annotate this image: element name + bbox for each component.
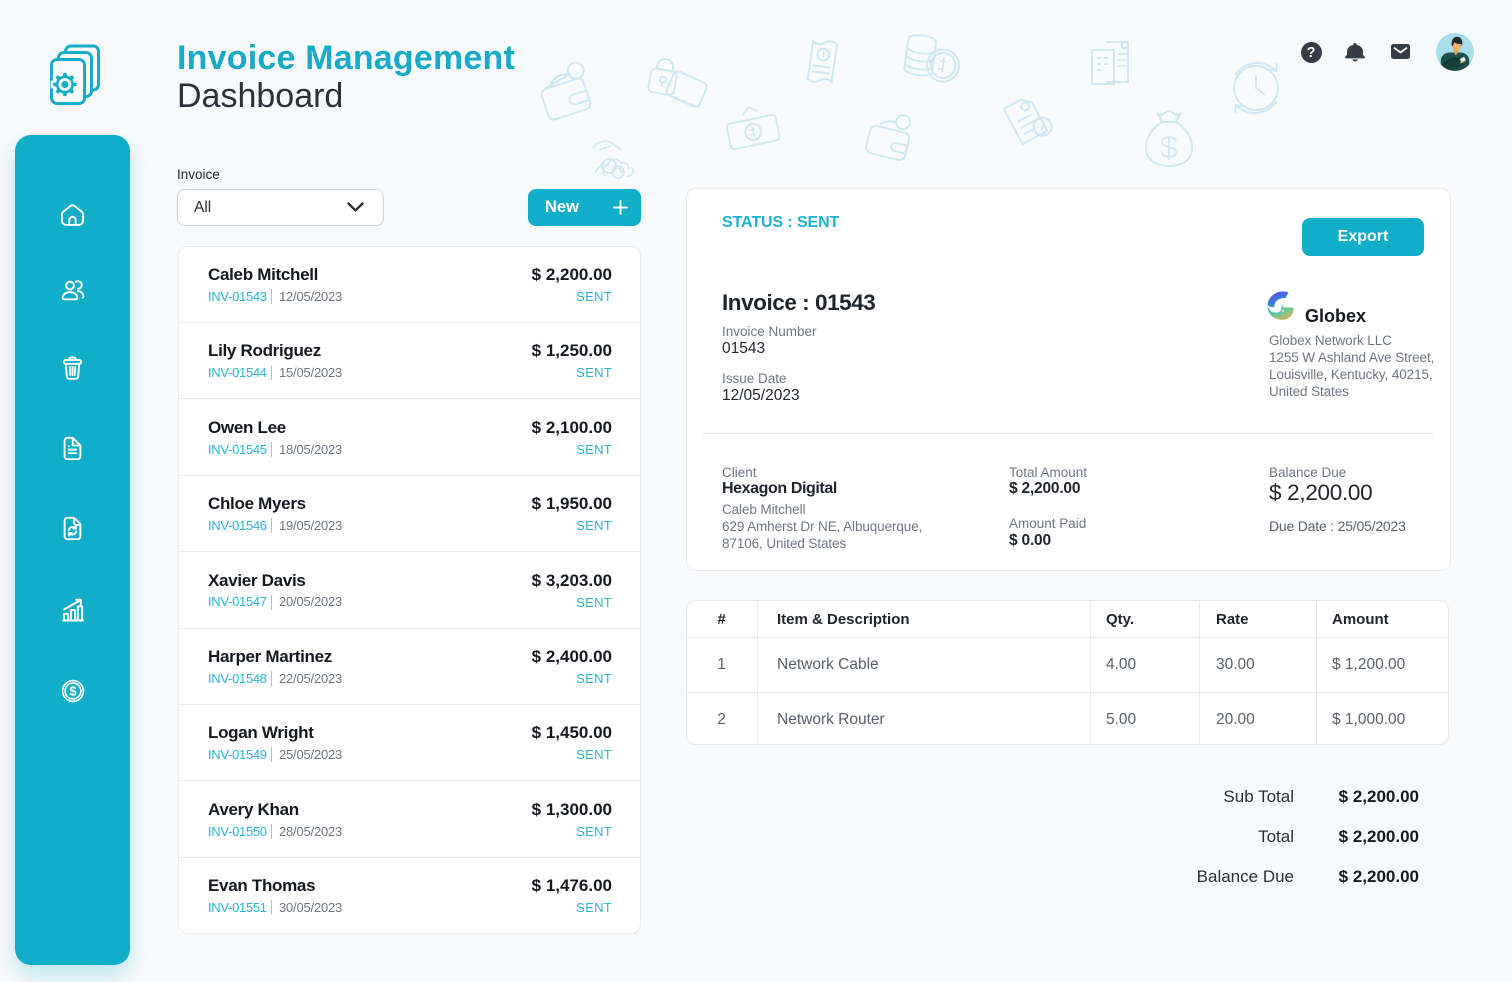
svg-text:$: $ [69,684,77,699]
